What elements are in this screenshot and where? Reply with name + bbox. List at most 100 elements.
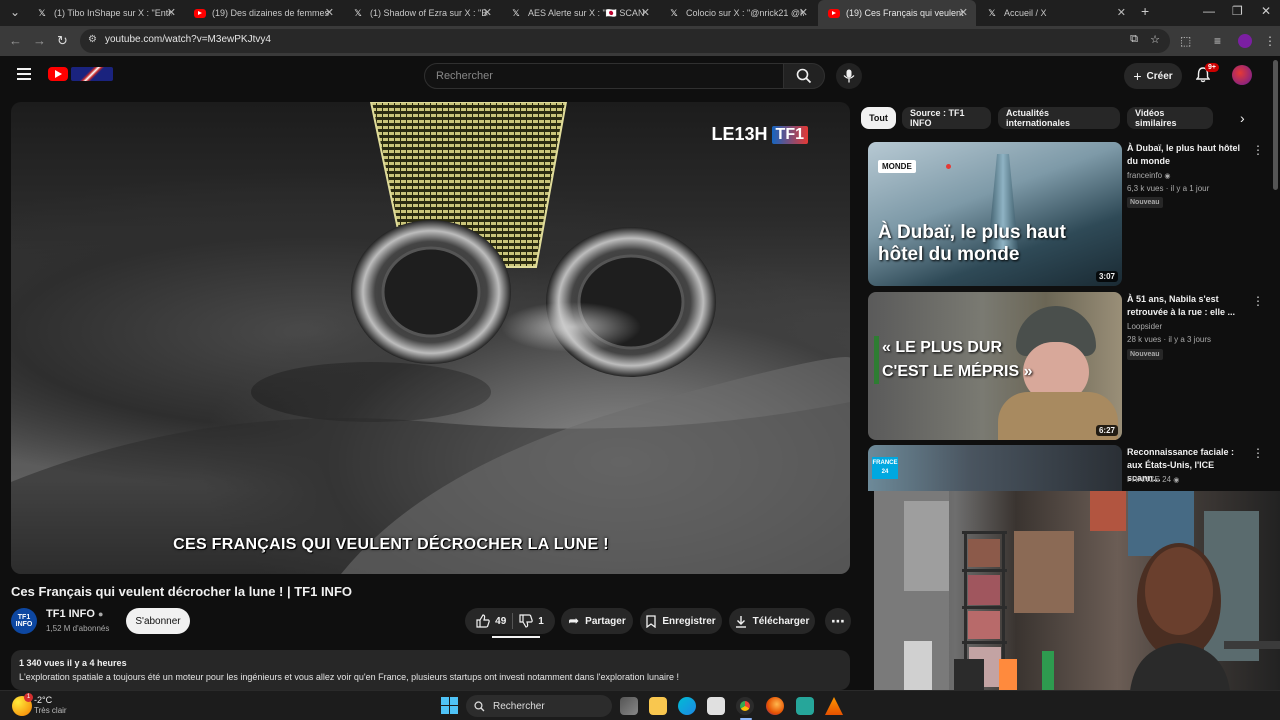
thumb-text-line-2: C'EST LE MÉPRIS » (882, 363, 1033, 380)
menu-icon[interactable] (17, 68, 31, 80)
task-view-icon[interactable] (620, 697, 638, 715)
search-button[interactable] (783, 63, 825, 89)
like-ratio-bar (492, 636, 540, 638)
close-icon[interactable]: ✕ (641, 6, 650, 19)
profile-avatar[interactable] (1238, 34, 1252, 48)
download-button[interactable]: Télécharger (729, 608, 815, 634)
close-icon[interactable]: ✕ (799, 6, 808, 19)
close-icon[interactable]: ✕ (1117, 6, 1126, 19)
related-channel[interactable]: Loopsider (1127, 322, 1162, 331)
create-label: Créer (1146, 70, 1173, 82)
share-label: Partager (585, 615, 626, 627)
windows-start-icon[interactable] (441, 697, 458, 714)
related-thumbnail[interactable]: FRANCE 24 (868, 445, 1122, 491)
new-badge: Nouveau (1127, 349, 1163, 360)
extensions-icon[interactable]: ⬚ (1180, 34, 1191, 48)
search-input[interactable]: Rechercher (424, 63, 784, 89)
minimize-icon[interactable]: — (1203, 4, 1215, 18)
firefox-icon[interactable] (766, 697, 784, 715)
app-icon[interactable] (796, 697, 814, 715)
windows-taskbar: 1 -2°C Très clair Rechercher (0, 690, 1280, 720)
notifications-button[interactable]: 9+ (1195, 63, 1219, 88)
channel-name[interactable]: TF1 INFO ● (46, 608, 103, 620)
chip-videos-similaires[interactable]: Vidéos similaires (1127, 107, 1213, 129)
media-controls-icon[interactable]: ≡ (1214, 34, 1221, 48)
related-channel-text: franceinfo (1127, 171, 1163, 180)
browser-tab[interactable]: 𝕏 Accueil / X ✕ (976, 0, 1134, 26)
close-window-icon[interactable]: ✕ (1261, 4, 1271, 18)
browser-tab[interactable]: 𝕏 Colocio sur X : "@nrick21 @Ma ✕ (658, 0, 816, 26)
thumbs-up-icon (476, 614, 490, 628)
related-meta: 6,3 k vues · il y a 1 jour (1127, 184, 1210, 193)
close-icon[interactable]: ✕ (959, 6, 968, 19)
tab-search-icon[interactable]: ⌄ (10, 5, 20, 19)
chevron-right-icon[interactable]: › (1240, 110, 1245, 126)
tab-title: (19) Ces Français qui veulent dé (846, 8, 964, 18)
close-icon[interactable]: ✕ (325, 6, 334, 19)
description-box[interactable]: 1 340 vues il y a 4 heures L'exploration… (11, 650, 850, 690)
save-button[interactable]: Enregistrer (640, 608, 722, 634)
voice-search-button[interactable] (836, 63, 862, 89)
reload-icon[interactable]: ↻ (57, 33, 68, 49)
channel-avatar[interactable]: TF1 INFO (11, 608, 37, 634)
bookmark-icon (646, 614, 656, 628)
related-channel[interactable]: franceinfo ◉ (1127, 171, 1170, 180)
subscribe-button[interactable]: S'abonner (126, 608, 190, 634)
video-player[interactable]: LE13H TF1 CES FRANÇAIS QUI VEULENT DÉCRO… (11, 102, 850, 574)
related-meta: 28 k vues · il y a 3 jours (1127, 335, 1212, 344)
live-dot (946, 164, 951, 169)
vlc-icon[interactable] (825, 697, 843, 715)
chip-source-tf1[interactable]: Source : TF1 INFO (902, 107, 991, 129)
youtube-logo-icon[interactable] (48, 67, 68, 81)
edge-icon[interactable] (678, 697, 696, 715)
account-avatar[interactable] (1232, 65, 1252, 85)
new-tab-button[interactable]: + (1141, 3, 1149, 19)
store-icon[interactable] (707, 697, 725, 715)
close-icon[interactable]: ✕ (483, 6, 492, 19)
plus-icon: + (1133, 68, 1142, 84)
bookmark-star-icon[interactable]: ☆ (1150, 33, 1160, 46)
related-thumbnail[interactable]: « LE PLUS DUR C'EST LE MÉPRIS » 6:27 (868, 292, 1122, 440)
more-vertical-icon[interactable]: ⋮ (1252, 294, 1264, 308)
dislike-button[interactable]: 1 (519, 614, 544, 628)
related-thumbnail[interactable]: MONDE À Dubaï, le plus haut hôtel du mon… (868, 142, 1122, 286)
forward-icon[interactable]: → (33, 33, 46, 48)
doodle-logo-icon[interactable] (71, 67, 113, 81)
restore-icon[interactable]: ❐ (1232, 4, 1243, 18)
more-vertical-icon[interactable]: ⋮ (1252, 446, 1264, 460)
install-app-icon[interactable]: ⧉ (1130, 33, 1138, 46)
browser-tab[interactable]: 𝕏 (1) Shadow of Ezra sur X : "Bara ✕ (342, 0, 500, 26)
page-scrollbar[interactable] (1273, 60, 1278, 190)
browser-menu-icon[interactable]: ⋮ (1264, 34, 1276, 48)
site-info-icon[interactable]: ⚙ (88, 34, 97, 45)
dislike-count: 1 (538, 615, 544, 627)
browser-tab[interactable]: 𝕏 (1) Tibo InShape sur X : "Entraîn ✕ (26, 0, 184, 26)
back-icon[interactable]: ← (9, 33, 22, 48)
browser-tab[interactable]: (19) Des dizaines de femmes vo ✕ (184, 0, 342, 26)
file-explorer-icon[interactable] (649, 697, 667, 715)
subscriber-count: 1,52 M d'abonnés (46, 624, 110, 633)
more-actions-button[interactable]: ⋯ (825, 608, 851, 634)
chip-actualites-internationales[interactable]: Actualités internationales (998, 107, 1120, 129)
browser-tab[interactable]: 𝕏 AES Alerte sur X : "🇯🇵 SCAN ✕ (500, 0, 658, 26)
more-vertical-icon[interactable]: ⋮ (1252, 143, 1264, 157)
tab-title: (19) Des dizaines de femmes vo (212, 8, 330, 18)
share-button[interactable]: ➦ Partager (561, 608, 633, 634)
like-button[interactable]: 49 (476, 614, 506, 628)
weather-icon[interactable]: 1 (12, 693, 33, 716)
weather-desc: Très clair (34, 706, 67, 715)
youtube-icon (194, 8, 206, 18)
browser-tab-active[interactable]: (19) Ces Français qui veulent dé ✕ (818, 0, 976, 26)
related-title[interactable]: À 51 ans, Nabila s'est retrouvée à la ru… (1127, 293, 1245, 319)
related-title[interactable]: À Dubaï, le plus haut hôtel du monde (1127, 142, 1245, 168)
video-title: Ces Français qui veulent décrocher la lu… (11, 584, 353, 599)
duration-badge: 6:27 (1095, 425, 1118, 436)
address-bar[interactable]: ⚙ youtube.com/watch?v=M3ewPKJtvy4 ⧉ ☆ (80, 29, 1170, 53)
create-button[interactable]: + Créer (1124, 63, 1182, 89)
chip-tout[interactable]: Tout (861, 107, 896, 129)
chrome-icon[interactable] (736, 697, 754, 715)
video-frame-rover-image (11, 102, 850, 574)
taskbar-search[interactable]: Rechercher (466, 695, 612, 717)
close-icon[interactable]: ✕ (167, 6, 176, 19)
related-channel[interactable]: FRANCE 24 ◉ (1127, 475, 1179, 484)
